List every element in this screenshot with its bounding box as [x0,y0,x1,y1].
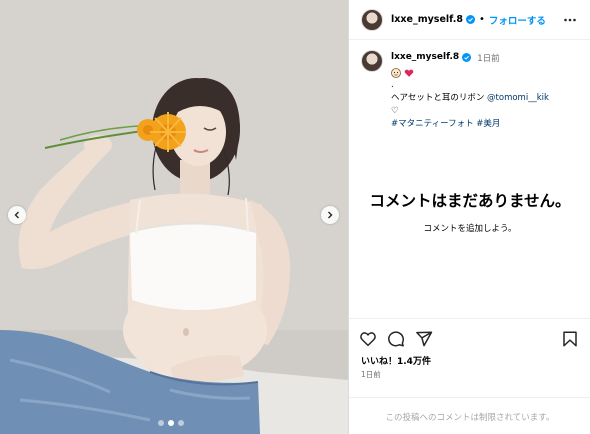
more-icon[interactable] [563,13,577,27]
caption-mention-link[interactable]: @tomomi__kik [487,93,549,103]
caption-line-1: ヘアセットと耳のリボン @tomomi__kik [391,92,583,105]
carousel-dot-active [168,420,174,426]
carousel-dot [158,420,164,426]
follow-button[interactable]: フォローする [489,13,546,27]
empty-comments-subtitle: コメントを追加しよう。 [423,224,517,234]
caption-body: . ヘアセットと耳のリボン @tomomi__kik ♡ #マタニティーフォト … [391,66,583,131]
caption-time[interactable]: 1日前 [477,52,499,64]
verified-badge-icon [465,15,475,24]
share-icon[interactable] [415,330,433,348]
header-username[interactable]: lxxe_myself.8 [391,14,463,25]
carousel-dot [178,420,184,426]
caption-avatar[interactable] [361,50,383,72]
empty-comments-title: コメントはまだありません。 [369,192,571,210]
post-header: lxxe_myself.8 • フォローする [349,0,590,40]
carousel-prev-button[interactable] [8,206,26,224]
header-separator: • [478,14,485,25]
caption-username[interactable]: lxxe_myself.8 [391,52,459,62]
bookmark-icon[interactable] [561,330,579,348]
avatar[interactable] [361,8,383,31]
post-photo [0,0,348,434]
verified-badge-icon [462,53,472,62]
baby-face-emoji-icon [391,67,401,78]
caption-emoji-line [391,66,583,79]
comment-icon[interactable] [387,330,405,348]
carousel-indicator [158,420,184,426]
comments-empty-state: コメントはまだありません。 コメントを追加しよう。 [349,190,590,234]
post-time[interactable]: 1日前 [361,369,381,380]
likes-count[interactable]: いいね！1.4万件 [361,354,431,367]
chevron-right-icon [328,211,333,219]
caption-heart-line: ♡ [391,106,399,116]
post-caption: lxxe_myself.8 1日前 . ヘアセットと耳のリボン @tomomi_… [361,50,583,131]
heart-icon[interactable] [359,330,377,348]
chevron-left-icon [14,211,19,219]
post-actions: いいね！1.4万件 1日前 この投稿へのコメントは制限されています。 [349,318,590,434]
caption-dot-line: . [391,80,394,90]
post-side-panel: lxxe_myself.8 • フォローする lxxe_myself.8 1日前 [348,0,590,434]
carousel-next-button[interactable] [321,206,339,224]
post-media[interactable] [0,0,348,434]
comments-disabled-notice: この投稿へのコメントは制限されています。 [349,397,590,434]
heart-emoji-icon [404,69,414,77]
caption-hashtags[interactable]: #マタニティーフォト #美月 [391,118,583,131]
caption-text: ヘアセットと耳のリボン [391,93,488,103]
